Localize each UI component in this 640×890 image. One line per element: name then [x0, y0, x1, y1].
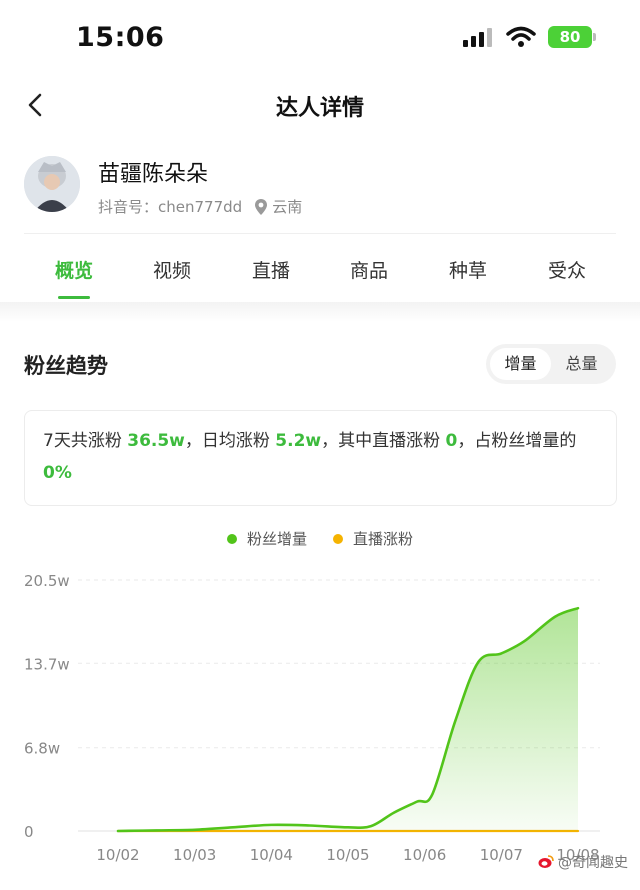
summary-text-3: ，其中直播涨粉 — [321, 431, 446, 451]
location-value: 云南 — [272, 198, 303, 216]
tab-live[interactable]: 直播 — [231, 256, 311, 283]
location: 云南 — [254, 196, 302, 217]
toggle-total[interactable]: 总量 — [551, 348, 612, 380]
y-tick-label: 20.5w — [24, 572, 70, 590]
section-title: 粉丝趋势 — [24, 354, 108, 378]
legend-item-fans-increment[interactable]: 粉丝增量 — [226, 528, 307, 549]
battery-icon: 80 — [548, 26, 596, 48]
douyin-id-label: 抖音号： — [98, 198, 159, 216]
tab-products[interactable]: 商品 — [329, 256, 409, 283]
watermark-text: @奇闻趣史 — [558, 855, 628, 871]
chart-legend: 粉丝增量 直播涨粉 — [0, 528, 640, 549]
status-time: 15:06 — [76, 22, 165, 53]
tab-seeding[interactable]: 种草 — [428, 256, 508, 283]
summary-card: 7天共涨粉 36.5w，日均涨粉 5.2w，其中直播涨粉 0，占粉丝增量的 0% — [24, 410, 617, 506]
profile-header: 苗疆陈朵朵 抖音号： chen777dd 云南 — [0, 150, 640, 230]
nav-bar: 达人详情 — [0, 80, 640, 132]
x-tick-label: 10/07 — [480, 846, 523, 864]
status-bar: 15:06 80 — [0, 0, 640, 80]
fans-trend-chart: 0 6.8w 13.7w 20.5w 10/02 10/03 10/04 10/05 10/06… — [24, 572, 600, 864]
summary-live-gain: 0 — [445, 431, 458, 451]
summary-total-gain: 36.5w — [127, 431, 185, 451]
x-tick-label: 10/05 — [326, 846, 369, 864]
active-tab-indicator — [58, 296, 90, 299]
summary-daily-gain: 5.2w — [275, 431, 322, 451]
legend-item-live-gain[interactable]: 直播涨粉 — [333, 528, 413, 549]
summary-live-share: 0% — [43, 463, 72, 483]
legend-label-fans-increment: 粉丝增量 — [246, 530, 307, 548]
tab-videos[interactable]: 视频 — [132, 256, 212, 283]
wifi-icon — [506, 26, 536, 47]
x-tick-label: 10/06 — [403, 846, 446, 864]
summary-text-4: ，占粉丝增量的 — [457, 431, 577, 451]
y-tick-label: 13.7w — [24, 655, 70, 673]
status-icons: 80 — [462, 26, 596, 48]
section-separator — [0, 302, 640, 322]
x-tick-label: 10/02 — [96, 846, 139, 864]
profile-meta: 抖音号： chen777dd 云南 — [98, 196, 302, 217]
avatar[interactable] — [24, 156, 80, 212]
tab-audience[interactable]: 受众 — [527, 256, 607, 283]
tab-bar: 概览 视频 直播 商品 种草 受众 — [0, 236, 640, 302]
legend-label-live-gain: 直播涨粉 — [353, 530, 414, 548]
summary-text-2: ，日均涨粉 — [184, 431, 276, 451]
location-pin-icon — [255, 198, 268, 215]
watermark: @奇闻趣史 — [538, 852, 628, 872]
legend-dot-orange — [333, 533, 343, 544]
increment-total-toggle: 增量 总量 — [486, 344, 616, 384]
x-tick-label: 10/03 — [173, 846, 216, 864]
douyin-id-value: chen777dd — [158, 197, 243, 216]
divider — [24, 233, 616, 234]
tab-overview[interactable]: 概览 — [34, 256, 114, 283]
cellular-signal-icon — [463, 28, 492, 47]
series-area-fans-increment — [118, 608, 578, 831]
y-tick-label: 0 — [24, 823, 34, 841]
page-title: 达人详情 — [275, 96, 364, 121]
battery-level: 80 — [559, 28, 581, 46]
y-tick-label: 6.8w — [24, 740, 60, 758]
toggle-increment[interactable]: 增量 — [490, 348, 551, 380]
x-tick-label: 10/04 — [250, 846, 293, 864]
summary-text-1: 7天共涨粉 — [43, 431, 128, 451]
weibo-logo-icon — [538, 855, 554, 868]
legend-dot-green — [226, 533, 237, 544]
profile-name: 苗疆陈朵朵 — [98, 162, 209, 187]
